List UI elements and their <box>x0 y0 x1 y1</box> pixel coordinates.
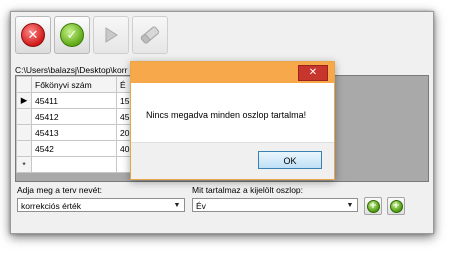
run-button[interactable] <box>93 16 129 54</box>
column-content-label: Mit tartalmaz a kijelölt oszlop: <box>192 185 304 195</box>
row-header-corner <box>16 76 32 93</box>
grid-cell[interactable]: 45413 <box>31 124 117 141</box>
row-indicator[interactable] <box>16 124 32 141</box>
grid-header-row: Főkönyvi szám É <box>16 76 144 93</box>
chevron-down-icon[interactable]: ▼ <box>172 199 182 211</box>
chevron-down-icon[interactable]: ▼ <box>345 199 355 211</box>
file-path-label: C:\Users\balazsj\Desktop\korr <box>15 65 128 75</box>
grid-cell[interactable]: 45412 <box>31 108 117 125</box>
message-dialog: ✕ Nincs megadva minden oszlop tartalma! … <box>130 61 335 180</box>
grid-cell[interactable]: 45411 <box>31 92 117 109</box>
column-header-fokonyvi-szam[interactable]: Főkönyvi szám <box>31 76 117 93</box>
plan-name-label: Adja meg a terv nevét: <box>17 185 103 195</box>
table-row: 45413 20 <box>16 124 144 141</box>
dialog-titlebar: ✕ <box>131 62 334 83</box>
row-indicator[interactable]: ▶ <box>16 92 32 109</box>
plan-name-value: korrekciós érték <box>21 201 81 211</box>
add-button-2[interactable]: + <box>387 197 405 215</box>
new-row-indicator[interactable]: * <box>16 156 32 173</box>
green-check-icon: ✓ <box>60 23 84 47</box>
red-x-icon: ✕ <box>21 23 45 47</box>
table-row: 45412 45 <box>16 108 144 125</box>
row-indicator[interactable] <box>16 108 32 125</box>
play-icon <box>105 27 118 43</box>
ok-button[interactable]: OK <box>258 151 322 169</box>
plan-name-combobox[interactable]: korrekciós érték ▼ <box>17 198 185 212</box>
column-content-combobox[interactable]: Év ▼ <box>192 198 358 212</box>
new-row: * <box>16 156 144 173</box>
close-button[interactable]: ✕ <box>298 65 328 81</box>
row-indicator[interactable] <box>16 140 32 157</box>
dialog-message: Nincs megadva minden oszlop tartalma! <box>146 110 307 120</box>
green-plus-icon: + <box>389 199 403 213</box>
grid-cell[interactable]: 4542 <box>31 140 117 157</box>
grid-cell[interactable] <box>31 156 117 173</box>
green-plus-icon: + <box>366 199 380 213</box>
table-row: ▶ 45411 15 <box>16 92 144 109</box>
data-grid-table: Főkönyvi szám É ▶ 45411 15 45412 45 4541… <box>16 76 144 173</box>
add-button-1[interactable]: + <box>364 197 382 215</box>
eraser-icon <box>140 26 160 44</box>
cancel-button[interactable]: ✕ <box>15 16 51 54</box>
eraser-button[interactable] <box>132 16 168 54</box>
dialog-footer: OK <box>131 142 334 179</box>
confirm-button[interactable]: ✓ <box>54 16 90 54</box>
table-row: 4542 40 <box>16 140 144 157</box>
column-content-value: Év <box>196 201 206 211</box>
